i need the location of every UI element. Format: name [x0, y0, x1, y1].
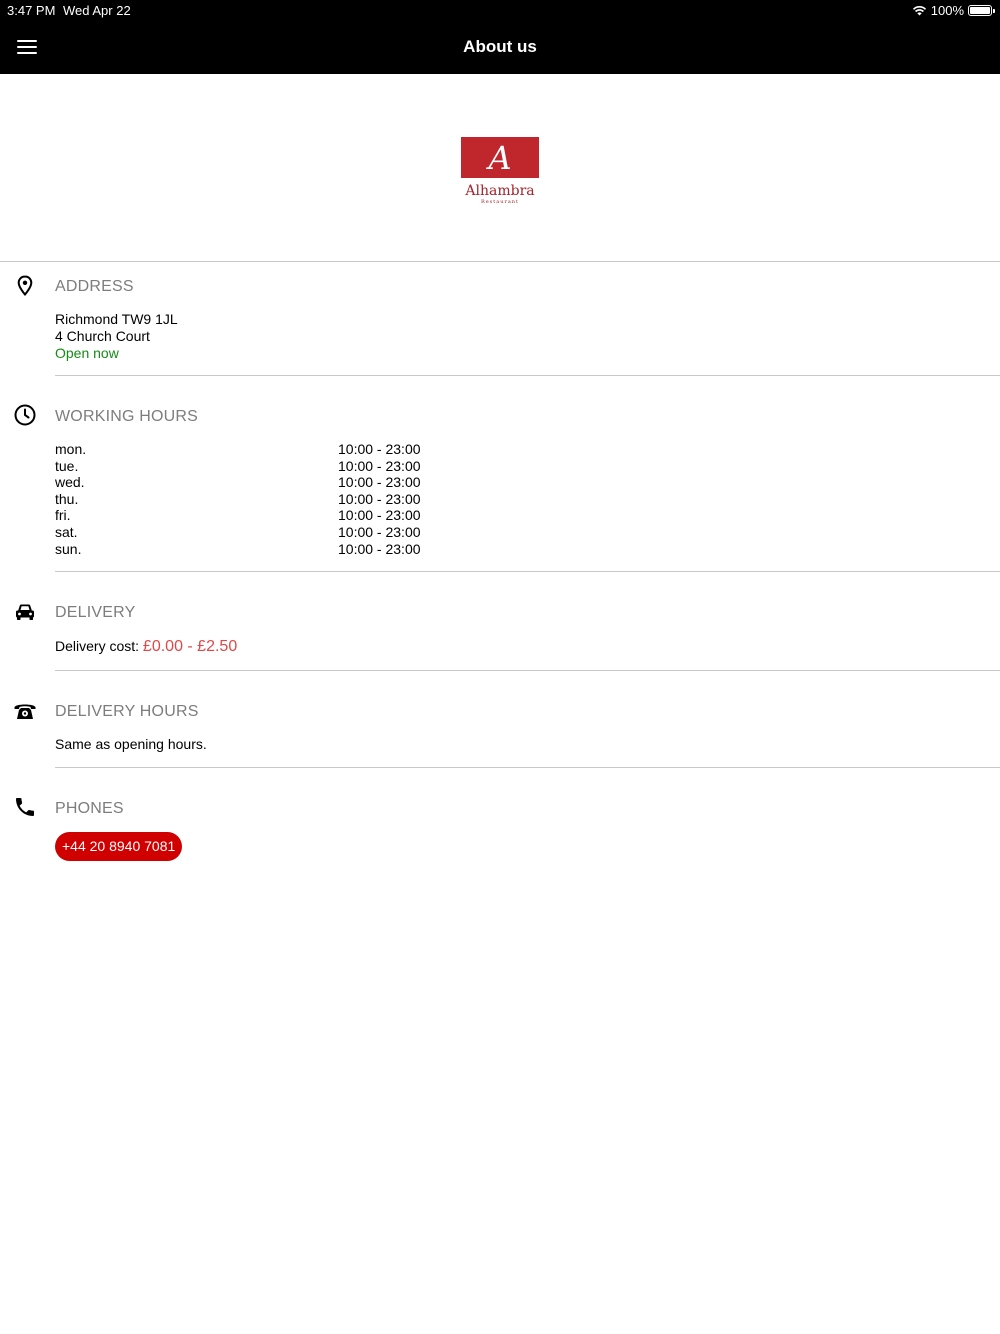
- hours-row: fri. 10:00 - 23:00: [55, 507, 455, 524]
- hours-time: 10:00 - 23:00: [338, 441, 421, 457]
- phone-number-button[interactable]: +44 20 8940 7081: [55, 832, 183, 861]
- status-date: Wed Apr 22: [63, 3, 131, 18]
- hours-time: 10:00 - 23:00: [338, 540, 421, 557]
- hours-day: mon.: [55, 441, 87, 457]
- delivery-cost-value: £0.00 - £2.50: [142, 638, 238, 655]
- clock-icon: [14, 404, 36, 426]
- address-line-1: Richmond TW9 1JL: [55, 311, 178, 327]
- hours-time: 10:00 - 23:00: [338, 490, 421, 507]
- telephone-icon: [14, 704, 36, 719]
- hours-day: wed.: [55, 474, 85, 491]
- delivery-hours-text: Same as opening hours.: [55, 736, 207, 752]
- hours-row: sat. 10:00 - 23:00: [55, 524, 455, 541]
- car-icon: [16, 604, 34, 620]
- hours-day: tue.: [55, 457, 79, 474]
- address-title: ADDRESS: [55, 278, 134, 295]
- hours-time: 10:00 - 23:00: [338, 474, 421, 491]
- hours-row: tue. 10:00 - 23:00: [55, 458, 455, 475]
- restaurant-logo: A Alhambra Restaurant: [461, 137, 539, 205]
- hours-time: 10:00 - 23:00: [338, 507, 421, 524]
- hours-day: sat.: [55, 524, 78, 540]
- delivery-hours-title: DELIVERY HOURS: [55, 703, 199, 720]
- page-title: About us: [463, 37, 537, 56]
- working-hours-title: WORKING HOURS: [55, 408, 199, 425]
- battery-icon: [968, 5, 995, 16]
- divider: [55, 571, 1000, 572]
- wifi-icon: [912, 6, 926, 16]
- address-line-2: 4 Church Court: [55, 328, 150, 344]
- logo-name: Alhambra: [465, 183, 535, 199]
- top-bar: 3:47 PM Wed Apr 22 100% About us: [0, 0, 1000, 74]
- logo-badge: A: [461, 137, 539, 178]
- hours-row: thu. 10:00 - 23:00: [55, 491, 455, 508]
- status-indicators: 100%: [912, 3, 995, 18]
- hours-day: sun.: [55, 540, 82, 557]
- status-time: 3:47 PM: [7, 3, 56, 18]
- hours-time: 10:00 - 23:00: [338, 524, 421, 540]
- hours-day: fri.: [55, 507, 71, 524]
- hours-row: mon. 10:00 - 23:00: [55, 441, 455, 458]
- hours-day: thu.: [55, 490, 79, 507]
- battery-percent: 100%: [930, 3, 964, 18]
- delivery-title: DELIVERY: [55, 604, 136, 621]
- hours-row: sun. 10:00 - 23:00: [55, 541, 455, 558]
- delivery-cost: Delivery cost: £0.00 - £2.50: [55, 638, 237, 656]
- delivery-cost-label: Delivery cost:: [55, 638, 140, 654]
- logo-letter: A: [488, 138, 512, 177]
- hours-time: 10:00 - 23:00: [338, 457, 421, 474]
- hours-row: wed. 10:00 - 23:00: [55, 474, 455, 491]
- phone-handset-icon: [16, 798, 34, 816]
- logo-subtitle: Restaurant: [480, 199, 520, 205]
- divider: [55, 670, 1000, 671]
- phones-title: PHONES: [55, 800, 124, 817]
- divider: [0, 261, 1000, 262]
- divider: [55, 375, 1000, 376]
- location-pin-icon: [17, 275, 33, 297]
- open-status: Open now: [55, 345, 119, 361]
- divider: [55, 767, 1000, 768]
